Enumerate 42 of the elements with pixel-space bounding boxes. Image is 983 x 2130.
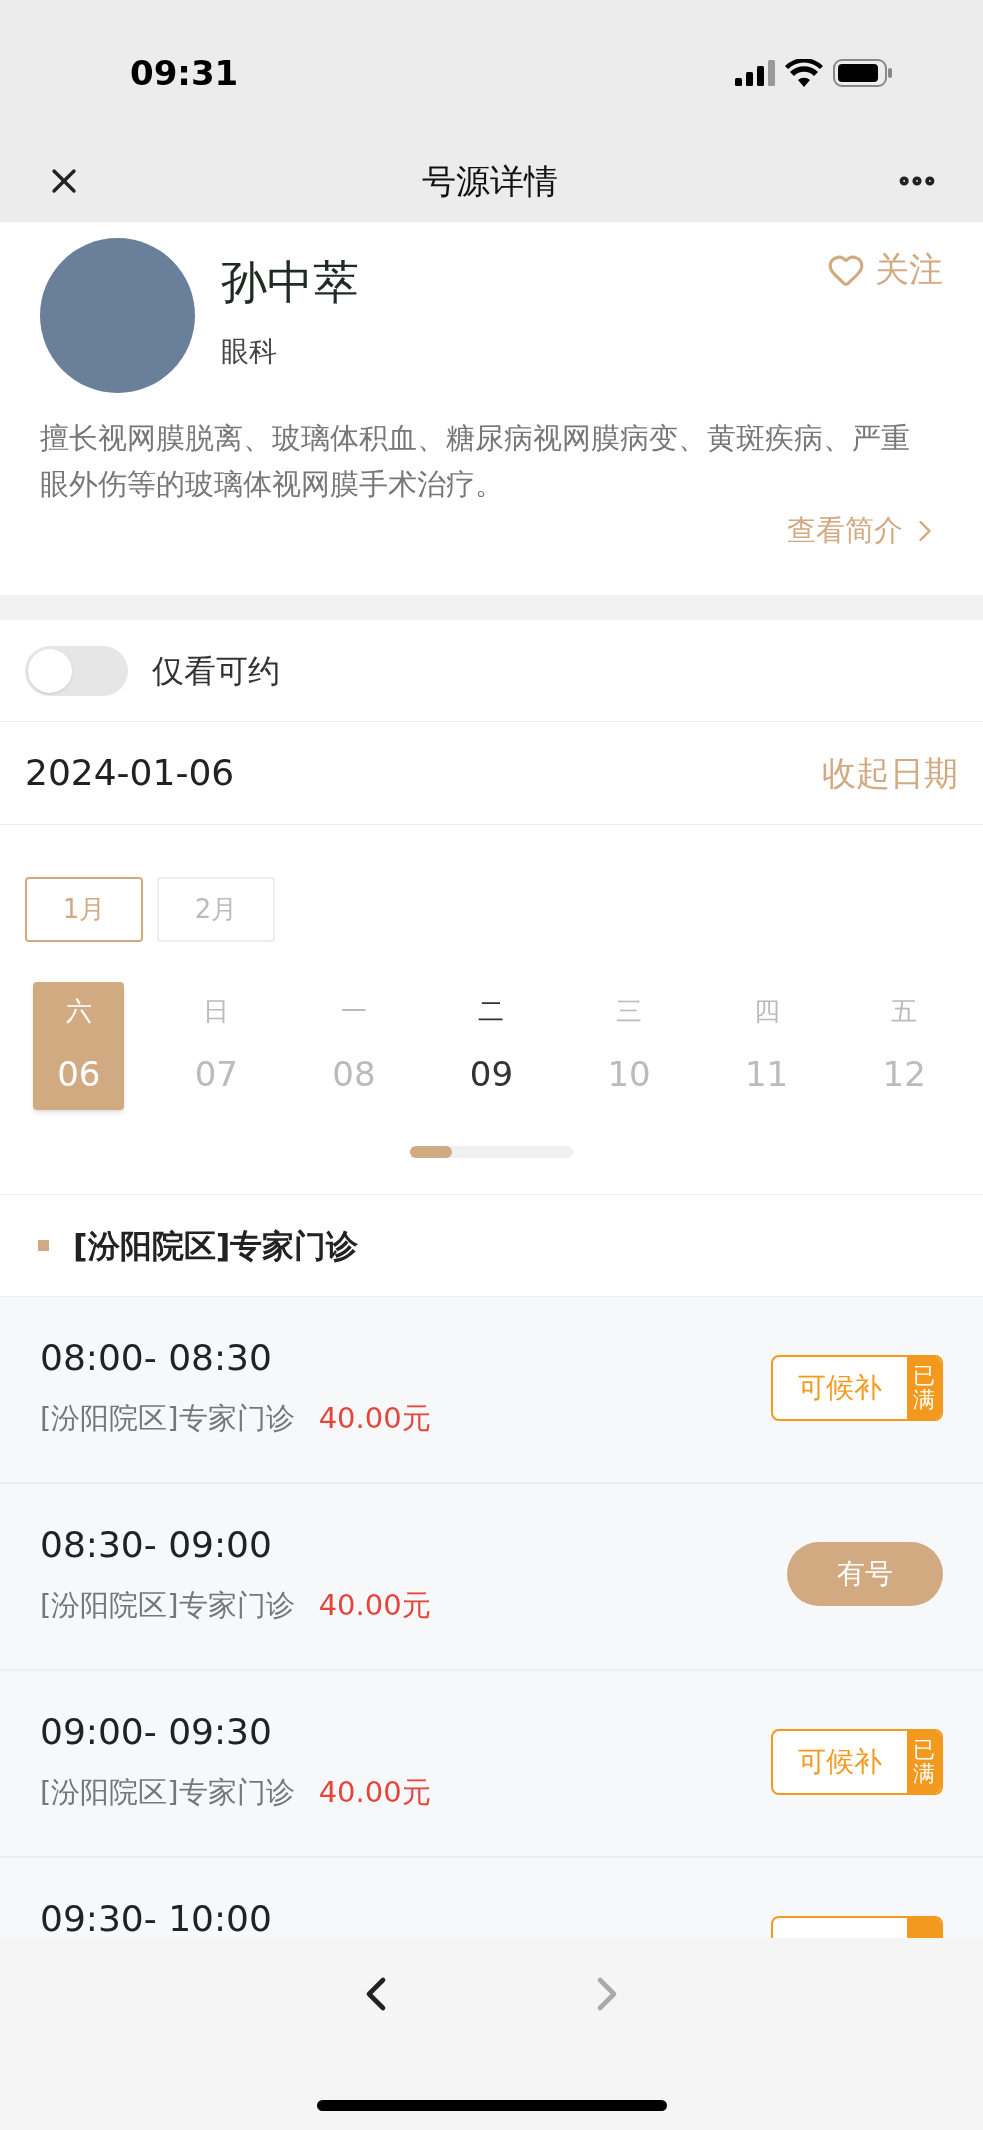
day-item[interactable]: 三 10 — [583, 982, 675, 1110]
month-tab[interactable]: 1月 — [25, 877, 143, 942]
profile-link[interactable]: 查看简介 — [787, 509, 943, 553]
slot-time: 08:00- 08:30 — [40, 1336, 273, 1380]
section-title: [汾阳院区]专家门诊 — [73, 1225, 359, 1267]
available-button[interactable]: 有号 — [787, 1542, 943, 1606]
signal-icon — [735, 60, 775, 86]
bullet-icon — [38, 1240, 49, 1251]
filter-label: 仅看可约 — [152, 650, 280, 692]
battery-icon — [833, 59, 893, 87]
status-time: 09:31 — [130, 51, 239, 95]
day-item[interactable]: 一 08 — [308, 982, 400, 1110]
day-item[interactable]: 二 09 — [446, 982, 537, 1110]
day-item[interactable]: 五 12 — [858, 982, 950, 1110]
selected-date: 2024-01-06 — [25, 751, 235, 795]
full-tag: 已满 — [907, 1731, 941, 1793]
slot-price: 40.00元 — [318, 1774, 431, 1811]
day-item[interactable]: 四 11 — [721, 982, 813, 1110]
waitlist-label: 可候补 — [797, 1744, 883, 1780]
slot-time: 09:00- 09:30 — [40, 1710, 273, 1754]
collapse-dates-button[interactable]: 收起日期 — [822, 747, 958, 799]
day-item[interactable]: 日 07 — [170, 982, 262, 1110]
wifi-icon — [785, 59, 823, 87]
slot-location: [汾阳院区]专家门诊 — [40, 1587, 295, 1624]
doctor-name: 孙中萃 — [221, 254, 360, 311]
slot-price: 40.00元 — [318, 1400, 431, 1437]
month-tab[interactable]: 2月 — [157, 877, 275, 942]
waitlist-badge[interactable]: 可候补 已满 — [771, 1729, 943, 1795]
waitlist-label: 可候补 — [797, 1370, 883, 1406]
full-tag: 已满 — [907, 1357, 941, 1419]
page-title: 号源详情 — [421, 159, 558, 203]
department: 眼科 — [221, 334, 278, 370]
slot-time: 08:30- 09:00 — [40, 1523, 273, 1567]
follow-button[interactable]: 关注 — [827, 244, 943, 295]
slot-location: [汾阳院区]专家门诊 — [40, 1774, 295, 1811]
day-item[interactable]: 六 06 — [33, 982, 125, 1110]
toggle-switch[interactable] — [25, 645, 128, 696]
waitlist-badge[interactable]: 可候补 已满 — [771, 1355, 943, 1421]
slot-location: [汾阳院区]专家门诊 — [40, 1400, 295, 1437]
slot-time: 09:30- 10:00 — [40, 1897, 272, 1938]
slot-price: 40.00元 — [318, 1587, 431, 1624]
doctor-description: 擅长视网膜脱离、玻璃体积血、糖尿病视网膜病变、黄斑疾病、严重眼外伤等的玻璃体视网膜手术治疗。 — [40, 420, 911, 503]
